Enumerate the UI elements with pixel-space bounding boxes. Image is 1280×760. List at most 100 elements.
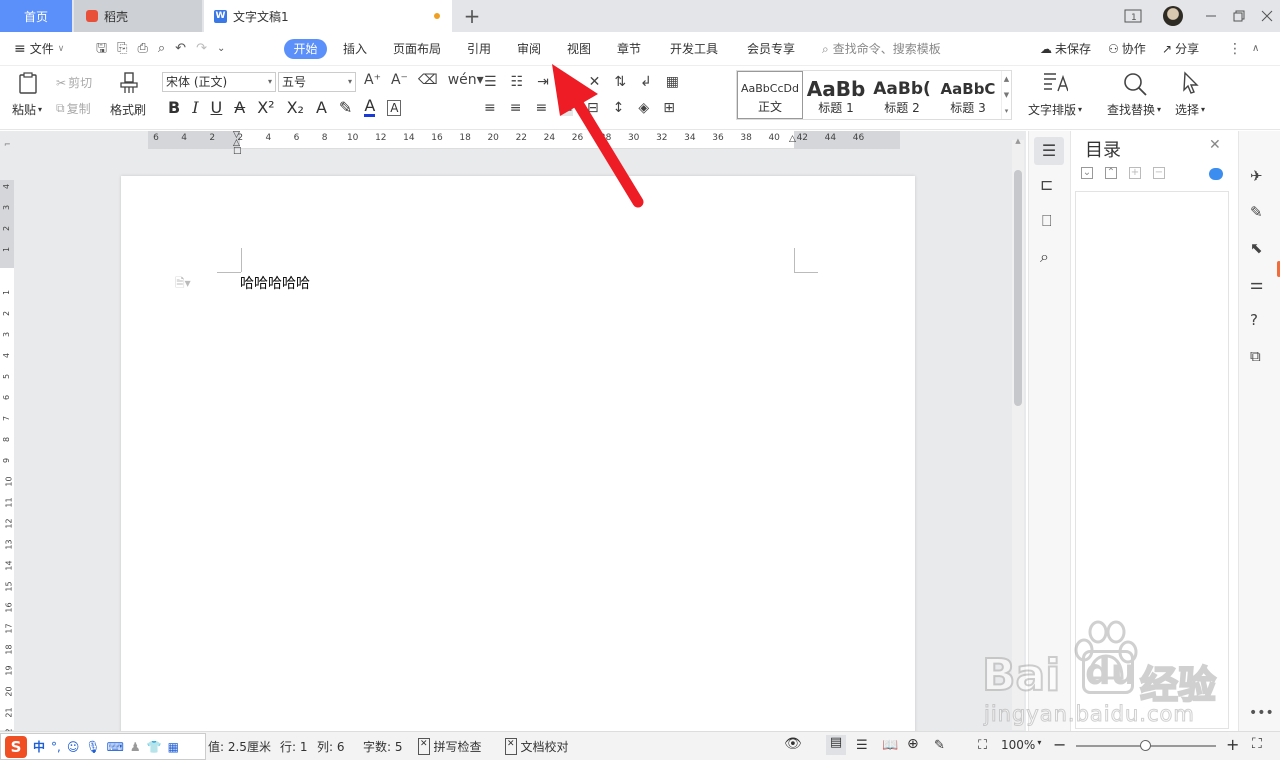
toc-remove-icon[interactable]: − bbox=[1153, 167, 1165, 179]
print-icon[interactable]: ⎙ bbox=[137, 40, 147, 58]
toc-add-icon[interactable]: + bbox=[1129, 167, 1141, 179]
share-button[interactable]: ↗ 分享 bbox=[1162, 40, 1199, 58]
strikethrough-icon[interactable]: A bbox=[234, 98, 245, 117]
numbered-list-icon[interactable]: ☷ bbox=[511, 74, 524, 90]
text-layout-icon[interactable] bbox=[1042, 71, 1068, 95]
toc-toggle-icon[interactable]: ☰ bbox=[1034, 137, 1064, 165]
bookmark-icon[interactable]: ⎕ bbox=[1042, 211, 1052, 231]
border-icon[interactable]: ⊞ bbox=[663, 100, 675, 116]
fullscreen-icon[interactable]: ⛶ bbox=[1252, 736, 1262, 752]
tab-review[interactable]: 审阅 bbox=[517, 40, 541, 58]
grow-font-icon[interactable]: A⁺ bbox=[364, 72, 381, 88]
more-options-icon[interactable]: ⋮ bbox=[1228, 40, 1242, 58]
collapse-ribbon-icon[interactable]: ∧ bbox=[1252, 40, 1259, 58]
fit-page-icon[interactable]: ⛶ bbox=[978, 738, 987, 753]
more-quick-icon[interactable]: ⌄ bbox=[217, 40, 225, 58]
tab-start[interactable]: 开始 bbox=[284, 39, 327, 59]
italic-button[interactable]: I bbox=[192, 98, 198, 117]
clear-format-icon[interactable]: ⌫ bbox=[418, 72, 438, 88]
restore-icon[interactable] bbox=[1224, 0, 1254, 32]
nav-search-icon[interactable]: ⌕ bbox=[1040, 247, 1049, 267]
style-heading-3[interactable]: AaBbC 标题 3 bbox=[935, 71, 1001, 119]
eye-protect-icon[interactable]: 👁 bbox=[784, 736, 802, 752]
text-layout-button[interactable]: 文字排版 ▾ bbox=[1028, 101, 1082, 118]
undo-icon[interactable]: ↶ bbox=[175, 40, 186, 58]
outline-view-icon[interactable]: ☰ bbox=[856, 738, 868, 753]
font-name-select[interactable]: 宋体 (正文) ▾ bbox=[162, 72, 276, 92]
spell-check-button[interactable]: ✕ 拼写检查 bbox=[418, 738, 482, 755]
new-tab-button[interactable]: + bbox=[462, 0, 482, 32]
section-nav-icon[interactable]: ⊏ bbox=[1040, 175, 1053, 194]
help-icon[interactable]: ? bbox=[1250, 311, 1258, 329]
superscript-icon[interactable]: X² bbox=[257, 98, 274, 117]
proofread-button[interactable]: ✕ 文档校对 bbox=[505, 738, 569, 755]
close-window-icon[interactable] bbox=[1252, 0, 1280, 32]
save-icon[interactable]: 🖫 bbox=[96, 40, 107, 58]
tab-developer[interactable]: 开发工具 bbox=[670, 40, 718, 58]
tab-member[interactable]: 会员专享 bbox=[747, 40, 795, 58]
file-menu[interactable]: ≡ 文件 ∨ bbox=[14, 40, 64, 58]
write-mode-icon[interactable]: ✎ bbox=[934, 738, 945, 753]
align-left-icon[interactable]: ≡ bbox=[484, 100, 496, 116]
find-replace-button[interactable]: 查找替换 ▾ bbox=[1107, 101, 1161, 118]
settings-sliders-icon[interactable]: ⚌ bbox=[1250, 275, 1263, 293]
char-border-icon[interactable]: A bbox=[387, 99, 402, 116]
shrink-font-icon[interactable]: A⁻ bbox=[391, 72, 408, 88]
style-heading-1[interactable]: AaBb 标题 1 bbox=[803, 71, 869, 119]
tab-references[interactable]: 引用 bbox=[467, 40, 491, 58]
window-layout-icon[interactable]: 1 bbox=[1118, 0, 1148, 32]
table-grid-icon[interactable]: ▦ bbox=[666, 74, 679, 90]
vertical-ruler[interactable]: 432112345678910111213141516171819202122 bbox=[0, 180, 14, 739]
cut-button[interactable]: ✂ 剪切 bbox=[56, 74, 92, 91]
find-icon[interactable] bbox=[1122, 71, 1148, 97]
highlight-icon[interactable]: ✎ bbox=[339, 98, 352, 117]
underline-button[interactable]: U bbox=[211, 98, 223, 117]
tab-section[interactable]: 章节 bbox=[617, 40, 641, 58]
more-tools-icon[interactable]: ••• bbox=[1249, 705, 1274, 721]
page-view-icon[interactable]: ▤ bbox=[826, 735, 846, 755]
print-preview-icon[interactable]: ⌕ bbox=[158, 40, 165, 58]
tab-insert[interactable]: 插入 bbox=[343, 40, 367, 58]
tab-daoke[interactable]: 稻壳 bbox=[74, 0, 202, 32]
zoom-slider-handle[interactable] bbox=[1140, 740, 1151, 751]
right-indent-marker-icon[interactable]: △ bbox=[789, 134, 796, 144]
paste-icon[interactable] bbox=[16, 71, 40, 95]
style-gallery-scroll[interactable]: ▲ ▼ ▾ bbox=[1001, 71, 1011, 119]
avatar[interactable] bbox=[1158, 0, 1188, 32]
unsaved-button[interactable]: ☁ 未保存 bbox=[1040, 40, 1091, 58]
tab-page-layout[interactable]: 页面布局 bbox=[393, 40, 441, 58]
word-count[interactable]: 字数: 5 bbox=[363, 738, 403, 755]
toc-expand-icon[interactable]: ⌄ bbox=[1081, 167, 1093, 179]
tab-home[interactable]: 首页 bbox=[0, 0, 72, 32]
indent-marker-icon[interactable]: ▽ △ □ bbox=[233, 131, 242, 156]
toc-collapse-icon[interactable]: ⌃ bbox=[1105, 167, 1117, 179]
command-search[interactable]: ⌕ 查找命令、搜索模板 bbox=[822, 40, 941, 58]
redo-icon[interactable]: ↷ bbox=[196, 40, 207, 58]
zoom-select[interactable]: 100% ▾ bbox=[1001, 738, 1041, 752]
paragraph-handle-icon[interactable]: 🗎▾ bbox=[175, 274, 191, 295]
subscript-icon[interactable]: X₂ bbox=[287, 98, 304, 117]
document-page[interactable]: 🗎▾ 哈哈哈哈哈 bbox=[121, 176, 915, 736]
text-effect-icon[interactable]: A bbox=[316, 98, 327, 117]
style-heading-2[interactable]: AaBb( 标题 2 bbox=[869, 71, 935, 119]
rocket-icon[interactable]: ✈ bbox=[1250, 167, 1263, 185]
read-view-icon[interactable]: 📖 bbox=[882, 738, 898, 753]
font-color-icon[interactable]: A bbox=[364, 98, 376, 117]
toc-ai-icon[interactable] bbox=[1209, 168, 1223, 180]
format-painter-button[interactable]: 格式刷 bbox=[110, 101, 146, 118]
scroll-up-icon[interactable]: ▲ bbox=[1012, 137, 1024, 145]
document-body-text[interactable]: 哈哈哈哈哈 bbox=[240, 273, 310, 293]
font-size-select[interactable]: 五号 ▾ bbox=[278, 72, 356, 92]
tab-view[interactable]: 视图 bbox=[567, 40, 591, 58]
ime-toolbar[interactable]: S 中 °, ☺ 🎙 ⌨ ♟ 👕 ▦ bbox=[0, 733, 206, 760]
paste-button[interactable]: 粘贴 ▾ bbox=[12, 101, 42, 118]
export-icon[interactable]: ⎘ bbox=[117, 40, 127, 58]
pointer-icon[interactable]: ⬉ bbox=[1250, 239, 1263, 257]
brush-icon[interactable] bbox=[118, 71, 140, 95]
cursor-icon[interactable] bbox=[1180, 71, 1202, 95]
pen-icon[interactable]: ✎ bbox=[1250, 203, 1263, 221]
collab-button[interactable]: ⚇ 协作 bbox=[1108, 40, 1146, 58]
phonetic-icon[interactable]: wén▾ bbox=[448, 72, 484, 88]
scrollbar-thumb[interactable] bbox=[1014, 170, 1022, 406]
bold-button[interactable]: B bbox=[168, 98, 180, 117]
